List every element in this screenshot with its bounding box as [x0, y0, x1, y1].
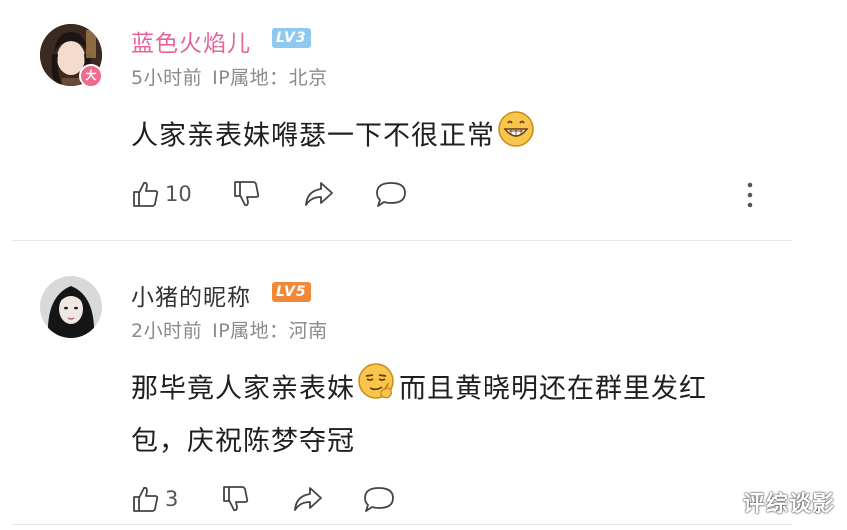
- username[interactable]: 小猪的昵称: [131, 278, 251, 312]
- thumbs-down-icon: [223, 486, 249, 512]
- comment-text-part: 而且黄晓明还在群里发红: [399, 373, 707, 405]
- dislike-button[interactable]: [221, 484, 251, 514]
- share-button[interactable]: [292, 484, 324, 514]
- grinning-emoji: [497, 110, 535, 164]
- thumbs-down-icon: [234, 181, 260, 207]
- comment-meta: 5小时前 IP属地：北京: [131, 63, 338, 90]
- share-icon: [305, 182, 333, 206]
- like-button[interactable]: 10: [131, 179, 192, 209]
- comment-meta: 2小时前 IP属地：河南: [131, 316, 338, 343]
- like-count: 10: [165, 182, 192, 206]
- username[interactable]: 蓝色火焰儿: [131, 24, 251, 58]
- level-badge: LV3: [272, 28, 311, 48]
- more-vertical-icon: [747, 182, 753, 208]
- smirk-thinking-emoji: [357, 362, 397, 418]
- comment-bubble-icon: [364, 487, 394, 512]
- vip-badge: 大: [79, 64, 103, 88]
- like-button[interactable]: 3: [131, 484, 178, 514]
- thumbs-up-icon: [133, 486, 159, 512]
- ip-location: IP属地：北京: [212, 67, 328, 89]
- divider: [12, 524, 792, 525]
- comment-text-part: 那毕竟人家亲表妹: [131, 373, 355, 405]
- comment-time: 2小时前: [131, 320, 203, 342]
- comment-text-part: 包，庆祝陈梦夺冠: [131, 426, 355, 457]
- avatar[interactable]: [40, 276, 102, 338]
- reply-button[interactable]: [374, 179, 408, 209]
- share-button[interactable]: [303, 179, 335, 209]
- comment-text: 那毕竟人家亲表妹 而且黄晓明还在群里发红 包，庆祝陈梦夺冠: [131, 362, 791, 466]
- reply-button[interactable]: [362, 484, 396, 514]
- comment-item: 小猪的昵称 LV5 2小时前 IP属地：河南 那毕竟人家亲表妹 而且黄晓明还在群里…: [0, 241, 847, 530]
- share-icon: [294, 487, 322, 511]
- comment-bubble-icon: [376, 182, 406, 207]
- thumbs-up-icon: [133, 181, 159, 207]
- level-badge: LV5: [272, 282, 311, 302]
- comment-time: 5小时前: [131, 67, 203, 89]
- ip-location: IP属地：河南: [212, 320, 328, 342]
- comment-text: 人家亲表妹嘚瑟一下不很正常: [131, 110, 791, 164]
- more-options-button[interactable]: [742, 181, 758, 209]
- comment-item: 大 蓝色火焰儿 LV3 5小时前 IP属地：北京 人家亲表妹嘚瑟一下不很正常 10: [0, 0, 847, 240]
- like-count: 3: [165, 487, 179, 511]
- watermark: 评综谈影: [742, 492, 835, 517]
- dislike-button[interactable]: [232, 179, 262, 209]
- comment-text-part: 人家亲表妹嘚瑟一下不很正常: [131, 120, 495, 152]
